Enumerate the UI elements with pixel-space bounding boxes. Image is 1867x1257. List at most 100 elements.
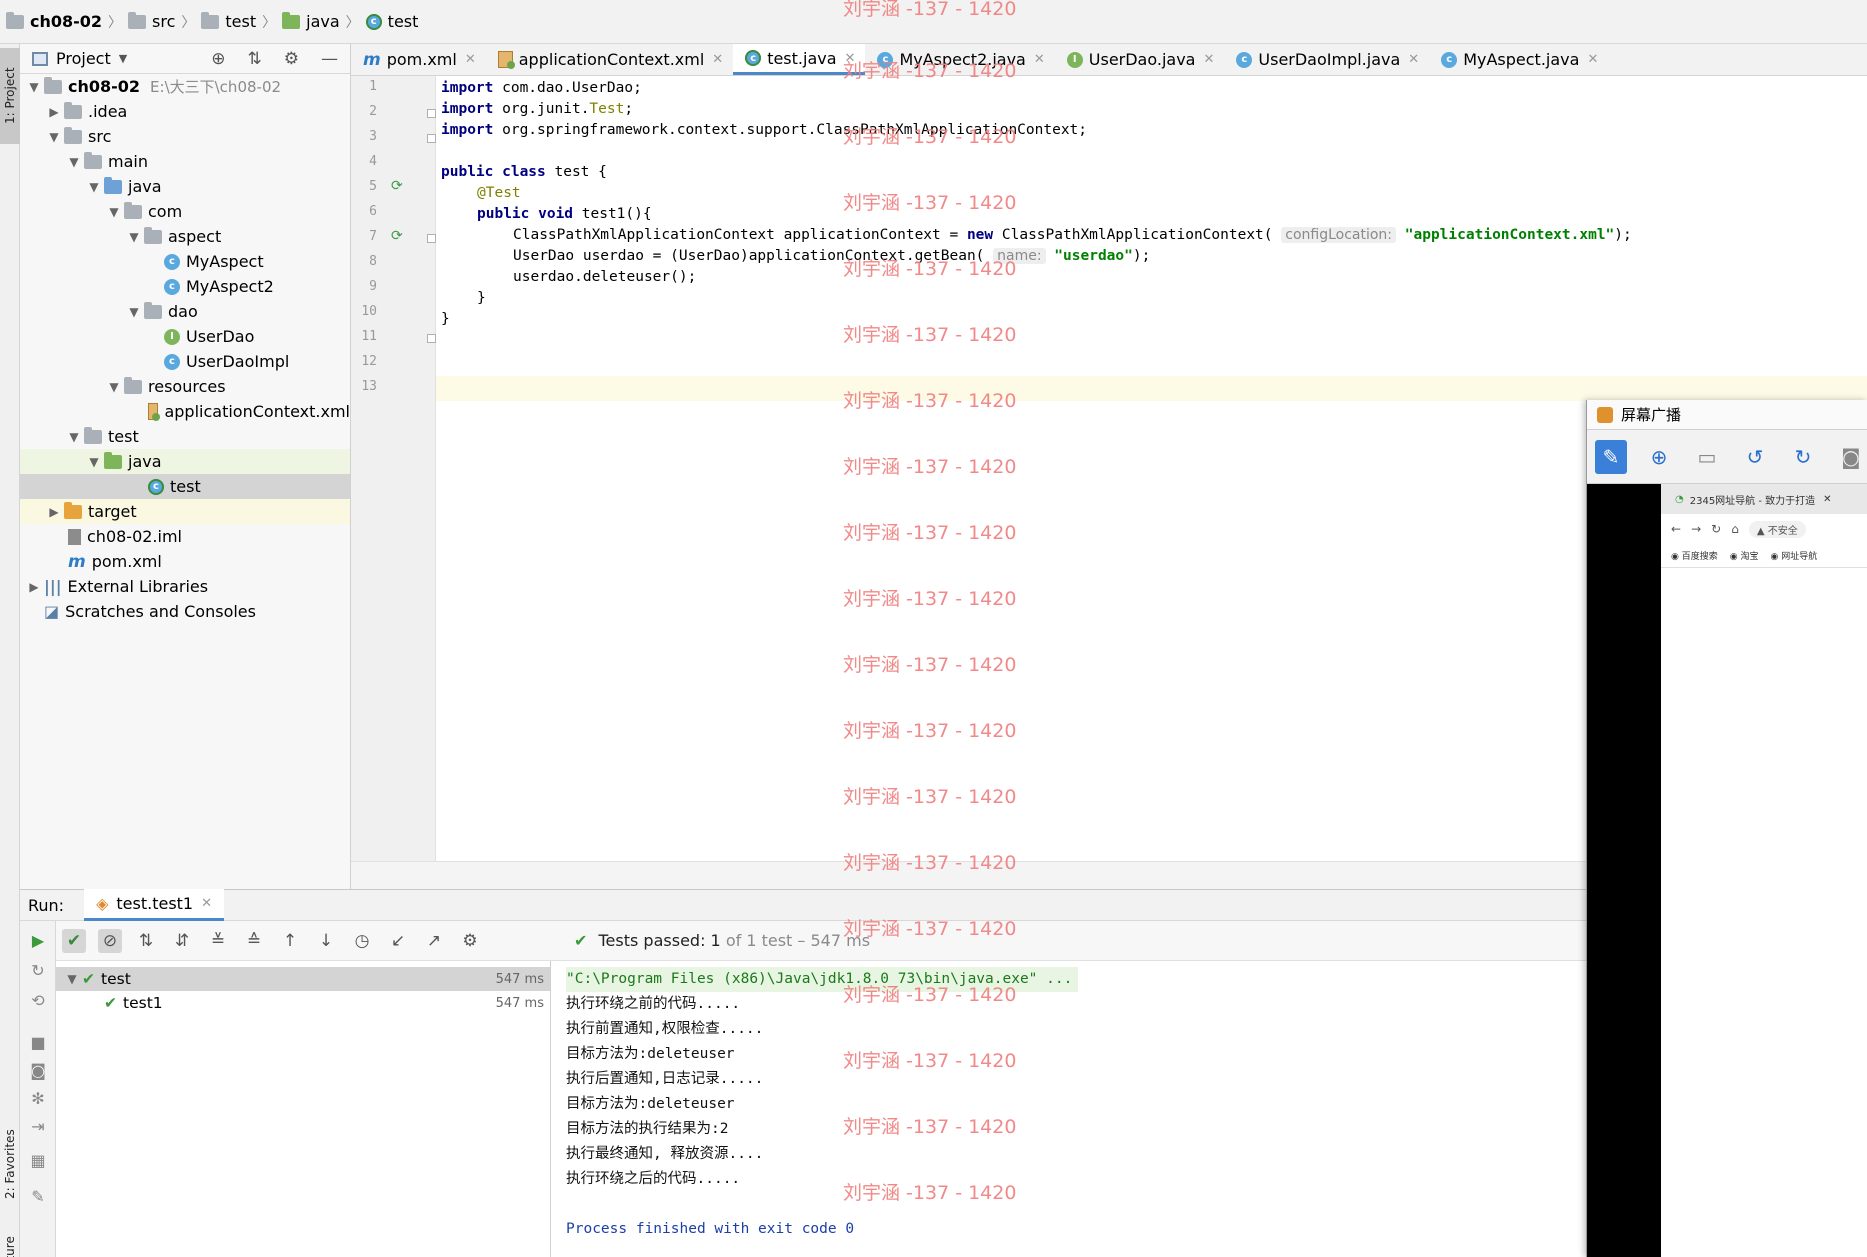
sort-alpha-icon[interactable]: ⇅ [134,929,158,953]
test-suite-row[interactable]: ▼ ✔ test 547 ms [56,967,550,991]
chevron-right-icon[interactable]: ▶ [44,505,64,519]
close-icon[interactable]: ✕ [1203,52,1214,67]
pin-icon[interactable]: ✎ [28,1187,48,1207]
zoom-icon[interactable]: ⊕ [1643,440,1675,474]
show-ignored-icon[interactable]: ⊘ [98,928,122,953]
tree-item-target[interactable]: ▶ target [20,499,350,524]
broadcast-title-bar[interactable]: 屏幕广播 [1587,400,1867,430]
tree-item-test-java[interactable]: ▼ java [20,449,350,474]
tree-item-pom[interactable]: m pom.xml [20,549,350,574]
tree-item-src[interactable]: ▼ src [20,124,350,149]
fold-marker-icon[interactable] [427,334,436,343]
tree-item-main[interactable]: ▼ main [20,149,350,174]
tree-item-userdao[interactable]: I UserDao [20,324,350,349]
layout-icon[interactable]: ▦ [28,1151,48,1171]
breadcrumb-class[interactable]: c test [365,12,418,31]
chevron-down-icon[interactable]: ▼ [104,380,124,394]
rerun-failed-icon[interactable]: ↻ [28,961,48,981]
tab-myaspect-java[interactable]: c MyAspect.java ✕ [1429,44,1608,75]
close-icon[interactable]: ✕ [1034,52,1045,67]
run-test-icon[interactable]: ⟳ [391,228,403,244]
hide-panel-icon[interactable]: — [321,49,338,69]
tree-item-idea[interactable]: ▶ .idea [20,99,350,124]
tree-item-main-java[interactable]: ▼ java [20,174,350,199]
fold-marker-icon[interactable] [427,134,436,143]
tree-item-test-class[interactable]: c test [20,474,350,499]
tree-item-iml[interactable]: ch08-02.iml [20,524,350,549]
show-passed-icon[interactable]: ✔ [62,928,86,953]
tab-test-java[interactable]: c test.java ✕ [733,44,866,75]
settings-gear-icon[interactable]: ⚙ [284,49,299,69]
chevron-right-icon[interactable]: ▶ [24,580,44,594]
chevron-right-icon[interactable]: ▶ [44,105,64,119]
tree-item-scratches[interactable]: ◪ Scratches and Consoles [20,599,350,624]
tree-item-dao[interactable]: ▼ dao [20,299,350,324]
import-tests-icon[interactable]: ↙ [386,929,410,953]
sort-duration-icon[interactable]: ⇵ [170,929,194,953]
screen-broadcast-window[interactable]: 屏幕广播 ✎ ⊕ ▭ ↺ ↻ ◙ ◔ 2345网址导航 - 致力于打造 ✕ ← … [1586,400,1867,1257]
run-test-icon[interactable]: ⟳ [391,178,403,194]
tree-item-myaspect[interactable]: c MyAspect [20,249,350,274]
run-config-tab[interactable]: ◈ test.test1 ✕ [84,889,225,921]
close-icon[interactable]: ✕ [1408,52,1419,67]
tree-item-userdaoimpl[interactable]: c UserDaoImpl [20,349,350,374]
test-case-row[interactable]: ✔ test1 547 ms [56,991,550,1015]
close-icon[interactable]: ✕ [465,52,476,67]
stop-icon[interactable]: ■ [28,1033,48,1053]
collapse-all-icon[interactable]: ⇅ [248,49,262,69]
breadcrumb-project[interactable]: ch08-02 〉 [6,11,122,32]
structure-tool-tab[interactable]: Structure [0,1229,20,1257]
tree-item-resources[interactable]: ▼ resources [20,374,350,399]
rotate-right-icon[interactable]: ↻ [1787,440,1819,474]
tree-item-external-libraries[interactable]: ▶ ||| External Libraries [20,574,350,599]
tree-item-myaspect2[interactable]: c MyAspect2 [20,274,350,299]
close-icon[interactable]: ✕ [845,51,856,66]
dropdown-arrow-icon[interactable]: ▼ [119,52,127,65]
close-icon[interactable]: ✕ [712,52,723,67]
chevron-down-icon[interactable]: ▼ [64,155,84,169]
tree-item-root[interactable]: ▼ ch08-02 E:\大三下\ch08-02 [20,74,350,99]
breadcrumb-java[interactable]: java 〉 [282,11,360,32]
exit-icon[interactable]: ⇥ [28,1117,48,1137]
tab-userdao-java[interactable]: I UserDao.java ✕ [1055,44,1225,75]
next-failed-icon[interactable]: ↓ [314,929,338,953]
history-icon[interactable]: ◷ [350,929,374,953]
expand-all-icon[interactable]: ≚ [206,929,230,953]
debug-settings-icon[interactable]: ✻ [28,1089,48,1109]
tab-userdaoimpl-java[interactable]: c UserDaoImpl.java ✕ [1224,44,1429,75]
chevron-down-icon[interactable]: ▼ [124,230,144,244]
close-icon[interactable]: ✕ [201,896,212,911]
tree-item-com[interactable]: ▼ com [20,199,350,224]
tree-item-test[interactable]: ▼ test [20,424,350,449]
locate-icon[interactable]: ⊕ [211,49,225,69]
close-icon[interactable]: ✕ [1587,52,1598,67]
pin-icon[interactable]: ✎ [1595,439,1627,474]
camera-icon[interactable]: ◙ [28,1061,48,1081]
project-tool-tab[interactable]: 1: Project [0,48,20,144]
camera-icon[interactable]: ◙ [1835,440,1867,474]
fold-marker-icon[interactable] [427,234,436,243]
toggle-auto-test-icon[interactable]: ⟲ [28,991,48,1011]
breadcrumb-test[interactable]: test 〉 [201,11,276,32]
chevron-down-icon[interactable]: ▼ [62,972,82,986]
settings-gear-icon[interactable]: ⚙ [458,929,482,953]
tab-pom-xml[interactable]: m pom.xml ✕ [351,44,486,75]
tab-application-context-xml[interactable]: applicationContext.xml ✕ [486,44,733,75]
chevron-down-icon[interactable]: ▼ [64,430,84,444]
chevron-down-icon[interactable]: ▼ [104,205,124,219]
export-tests-icon[interactable]: ↗ [422,929,446,953]
favorites-tool-tab[interactable]: 2: Favorites [0,1119,20,1209]
breadcrumb-src[interactable]: src 〉 [128,11,195,32]
chevron-down-icon[interactable]: ▼ [84,180,104,194]
chevron-down-icon[interactable]: ▼ [124,305,144,319]
chevron-down-icon[interactable]: ▼ [24,80,44,94]
tree-item-aspect[interactable]: ▼ aspect [20,224,350,249]
chevron-down-icon[interactable]: ▼ [84,455,104,469]
rerun-icon[interactable]: ▶ [28,931,48,951]
tree-item-appcontext-xml[interactable]: applicationContext.xml [20,399,350,424]
rotate-left-icon[interactable]: ↺ [1739,440,1771,474]
tab-myaspect2-java[interactable]: c MyAspect2.java ✕ [865,44,1054,75]
fold-marker-icon[interactable] [427,109,436,118]
collapse-all-icon[interactable]: ≙ [242,929,266,953]
monitor-icon[interactable]: ▭ [1691,440,1723,474]
